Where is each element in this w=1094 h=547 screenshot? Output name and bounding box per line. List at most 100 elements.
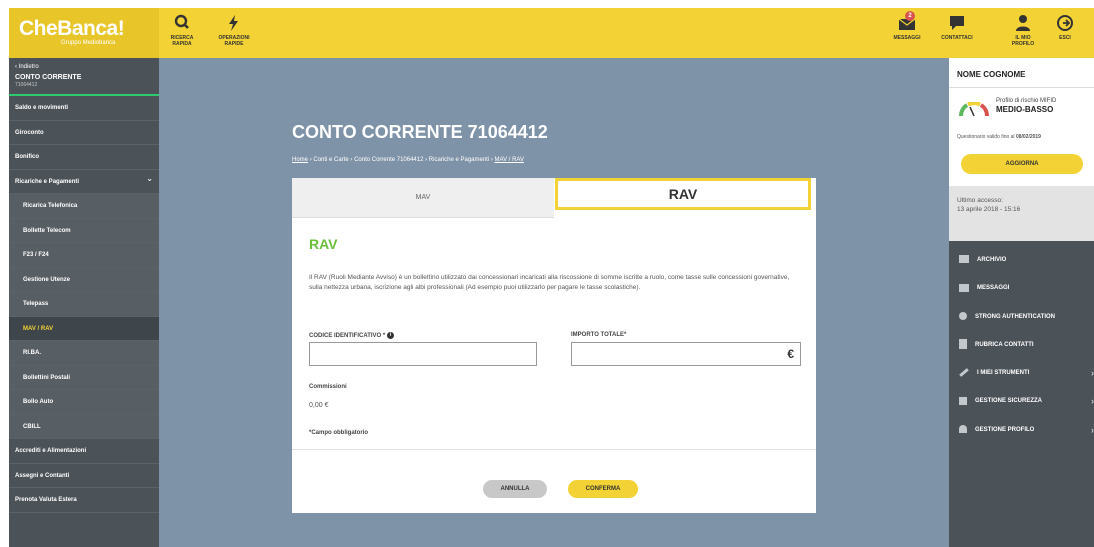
last-access-value: 13 aprile 2018 - 15:16 — [957, 206, 1021, 213]
sidebar-item-bollette-telecom[interactable]: Bollette Telecom — [9, 218, 159, 243]
fees-value: 0,00 € — [309, 402, 329, 409]
sidebar-item-valuta-estera[interactable]: Prenota Valuta Estera — [9, 488, 159, 513]
lock-icon — [959, 396, 967, 405]
code-label-text: CODICE IDENTIFICATIVO * — [309, 333, 386, 340]
confirm-button[interactable]: CONFERMA — [568, 480, 638, 498]
account-number: 71064412 — [15, 82, 38, 88]
account-title: CONTO CORRENTE — [15, 74, 82, 81]
sidebar-item-cbill[interactable]: CBILL — [9, 414, 159, 439]
messages-label: MESSAGGI — [893, 35, 921, 41]
menu-item-label: MESSAGGI — [977, 285, 1010, 292]
breadcrumb: Home › Conti e Carte › Conto Corrente 71… — [292, 157, 524, 163]
risk-profile-box: Profilo di rischio MIFID MEDIO-BASSO Que… — [949, 88, 1094, 186]
chat-icon — [950, 16, 964, 30]
code-input[interactable] — [309, 342, 537, 366]
right-panel: NOME COGNOME Profilo di rischio MIFID ME… — [949, 58, 1094, 547]
sidebar-item-accrediti[interactable]: Accrediti e Alimentazioni — [9, 439, 159, 464]
quick-operations-label: OPERAZIONI RAPIDE — [218, 35, 250, 47]
last-access-label: Ultimo accesso: — [957, 197, 1003, 204]
risk-gauge-icon — [959, 102, 989, 117]
amount-field[interactable]: € — [571, 342, 801, 366]
lightning-icon — [229, 15, 238, 31]
search-icon — [174, 14, 189, 29]
logo[interactable]: CheBanca! Gruppo Mediobanca — [9, 8, 159, 58]
sidebar-item-bonifico[interactable]: Bonifico — [9, 145, 159, 170]
sidebar-item-riba[interactable]: RI.BA. — [9, 341, 159, 366]
update-button[interactable]: AGGIORNA — [961, 154, 1083, 174]
top-bar: CheBanca! Gruppo Mediobanca RICERCA RAPI… — [9, 8, 1094, 58]
back-link[interactable]: ‹ Indietro — [9, 58, 159, 72]
messages-button[interactable]: 2 MESSAGGI — [889, 11, 925, 41]
questionnaire-date: 08/02/2019 — [1015, 134, 1041, 140]
menu-item-messaggi[interactable]: MESSAGGI — [949, 274, 1094, 302]
amount-label: IMPORTO TOTALE* — [571, 332, 627, 338]
exit-label: ESCI — [1059, 35, 1071, 41]
envelope-icon — [959, 283, 969, 292]
menu-item-label: GESTIONE PROFILO — [975, 426, 1035, 433]
tab-mav[interactable]: MAV — [292, 178, 554, 218]
menu-item-label: STRONG AUTHENTICATION — [975, 313, 1055, 320]
fees-label: Commissioni — [309, 384, 347, 390]
shield-icon — [959, 312, 967, 321]
menu-item-label: I MIEI STRUMENTI — [977, 370, 1030, 377]
menu-item-archivio[interactable]: ARCHIVIO — [949, 246, 1094, 274]
risk-profile-level: MEDIO-BASSO — [996, 105, 1054, 114]
menu-item-rubrica[interactable]: RUBRICA CONTATTI — [949, 331, 1094, 359]
menu-item-sicurezza[interactable]: GESTIONE SICUREZZA — [949, 387, 1094, 416]
menu-item-profilo[interactable]: GESTIONE PROFILO — [949, 416, 1094, 444]
breadcrumb-item[interactable]: Ricariche e Pagamenti — [429, 157, 489, 163]
last-access: Ultimo accesso: 13 aprile 2018 - 15:16 — [949, 186, 1094, 241]
account-header: CONTO CORRENTE 71064412 — [9, 72, 159, 96]
logo-name: CheBanca! — [19, 17, 125, 40]
sidebar-item-ricarica-telefonica[interactable]: Ricarica Telefonica — [9, 194, 159, 219]
quick-operations-button[interactable]: OPERAZIONI RAPIDE — [217, 14, 251, 47]
sidebar-item-saldo[interactable]: Saldo e movimenti — [9, 96, 159, 121]
folder-icon — [959, 255, 969, 264]
sidebar-item-bollettini-postali[interactable]: Bollettini Postali — [9, 365, 159, 390]
menu-item-label: ARCHIVIO — [977, 257, 1007, 263]
cancel-button[interactable]: ANNULLA — [483, 480, 547, 498]
sidebar-item-bollo-auto[interactable]: Bollo Auto — [9, 390, 159, 415]
exit-button[interactable]: ESCI — [1053, 14, 1077, 41]
logo-subtitle: Gruppo Mediobanca — [61, 40, 116, 46]
user-icon — [1016, 15, 1030, 31]
exit-icon — [1057, 15, 1073, 31]
code-label: CODICE IDENTIFICATIVO * i — [309, 332, 394, 339]
divider — [292, 449, 816, 450]
sidebar-item-gestione-utenze[interactable]: Gestione Utenze — [9, 267, 159, 292]
breadcrumb-item[interactable]: Conto Corrente 71064412 — [354, 157, 423, 163]
menu-item-strong-auth[interactable]: STRONG AUTHENTICATION — [949, 303, 1094, 331]
breadcrumb-item[interactable]: Conti e Carte — [313, 157, 348, 163]
breadcrumb-current[interactable]: MAV / RAV — [495, 157, 524, 163]
contact-us-button[interactable]: CONTATTACI — [939, 14, 975, 41]
user-name: NOME COGNOME — [949, 58, 1094, 88]
menu-item-strumenti[interactable]: I MIEI STRUMENTI — [949, 359, 1094, 388]
questionnaire-validity: Questionario valido fino al 08/02/2019 — [957, 134, 1041, 140]
right-menu: ARCHIVIO MESSAGGI STRONG AUTHENTICATION … — [949, 241, 1094, 444]
questionnaire-text: Questionario valido fino al — [957, 134, 1015, 140]
sidebar-item-assegni[interactable]: Assegni e Contanti — [9, 464, 159, 488]
sidebar-item-mav-rav[interactable]: MAV / RAV — [9, 316, 159, 341]
required-note: *Campo obbligatorio — [309, 430, 368, 436]
currency-symbol: € — [787, 347, 794, 361]
sidebar-item-giroconto[interactable]: Giroconto — [9, 121, 159, 145]
my-profile-label: IL MIO PROFILO — [1011, 35, 1035, 47]
left-sidebar: ‹ Indietro CONTO CORRENTE 71064412 Saldo… — [9, 58, 159, 547]
breadcrumb-home[interactable]: Home — [292, 157, 308, 163]
wrench-icon — [959, 368, 969, 377]
sidebar-item-telepass[interactable]: Telepass — [9, 292, 159, 317]
menu-item-label: RUBRICA CONTATTI — [975, 341, 1034, 348]
payment-form-card: MAV RAV RAV Il RAV (Ruoli Mediante Avvis… — [292, 178, 816, 513]
messages-count-badge: 2 — [905, 11, 915, 21]
tab-rav[interactable]: RAV — [555, 178, 811, 210]
my-profile-button[interactable]: IL MIO PROFILO — [1009, 14, 1037, 47]
section-title: RAV — [309, 236, 338, 252]
quick-search-label: RICERCA RAPIDA — [170, 35, 194, 47]
address-book-icon — [959, 339, 967, 350]
sidebar-item-ricariche-pagamenti[interactable]: Ricariche e Pagamenti — [9, 167, 159, 194]
quick-search-button[interactable]: RICERCA RAPIDA — [169, 14, 195, 47]
sidebar-item-f23-f24[interactable]: F23 / F24 — [9, 243, 159, 268]
user-icon — [959, 425, 967, 434]
rav-description: Il RAV (Ruoli Mediante Avviso) è un boll… — [309, 274, 790, 291]
info-icon[interactable]: i — [386, 332, 394, 339]
